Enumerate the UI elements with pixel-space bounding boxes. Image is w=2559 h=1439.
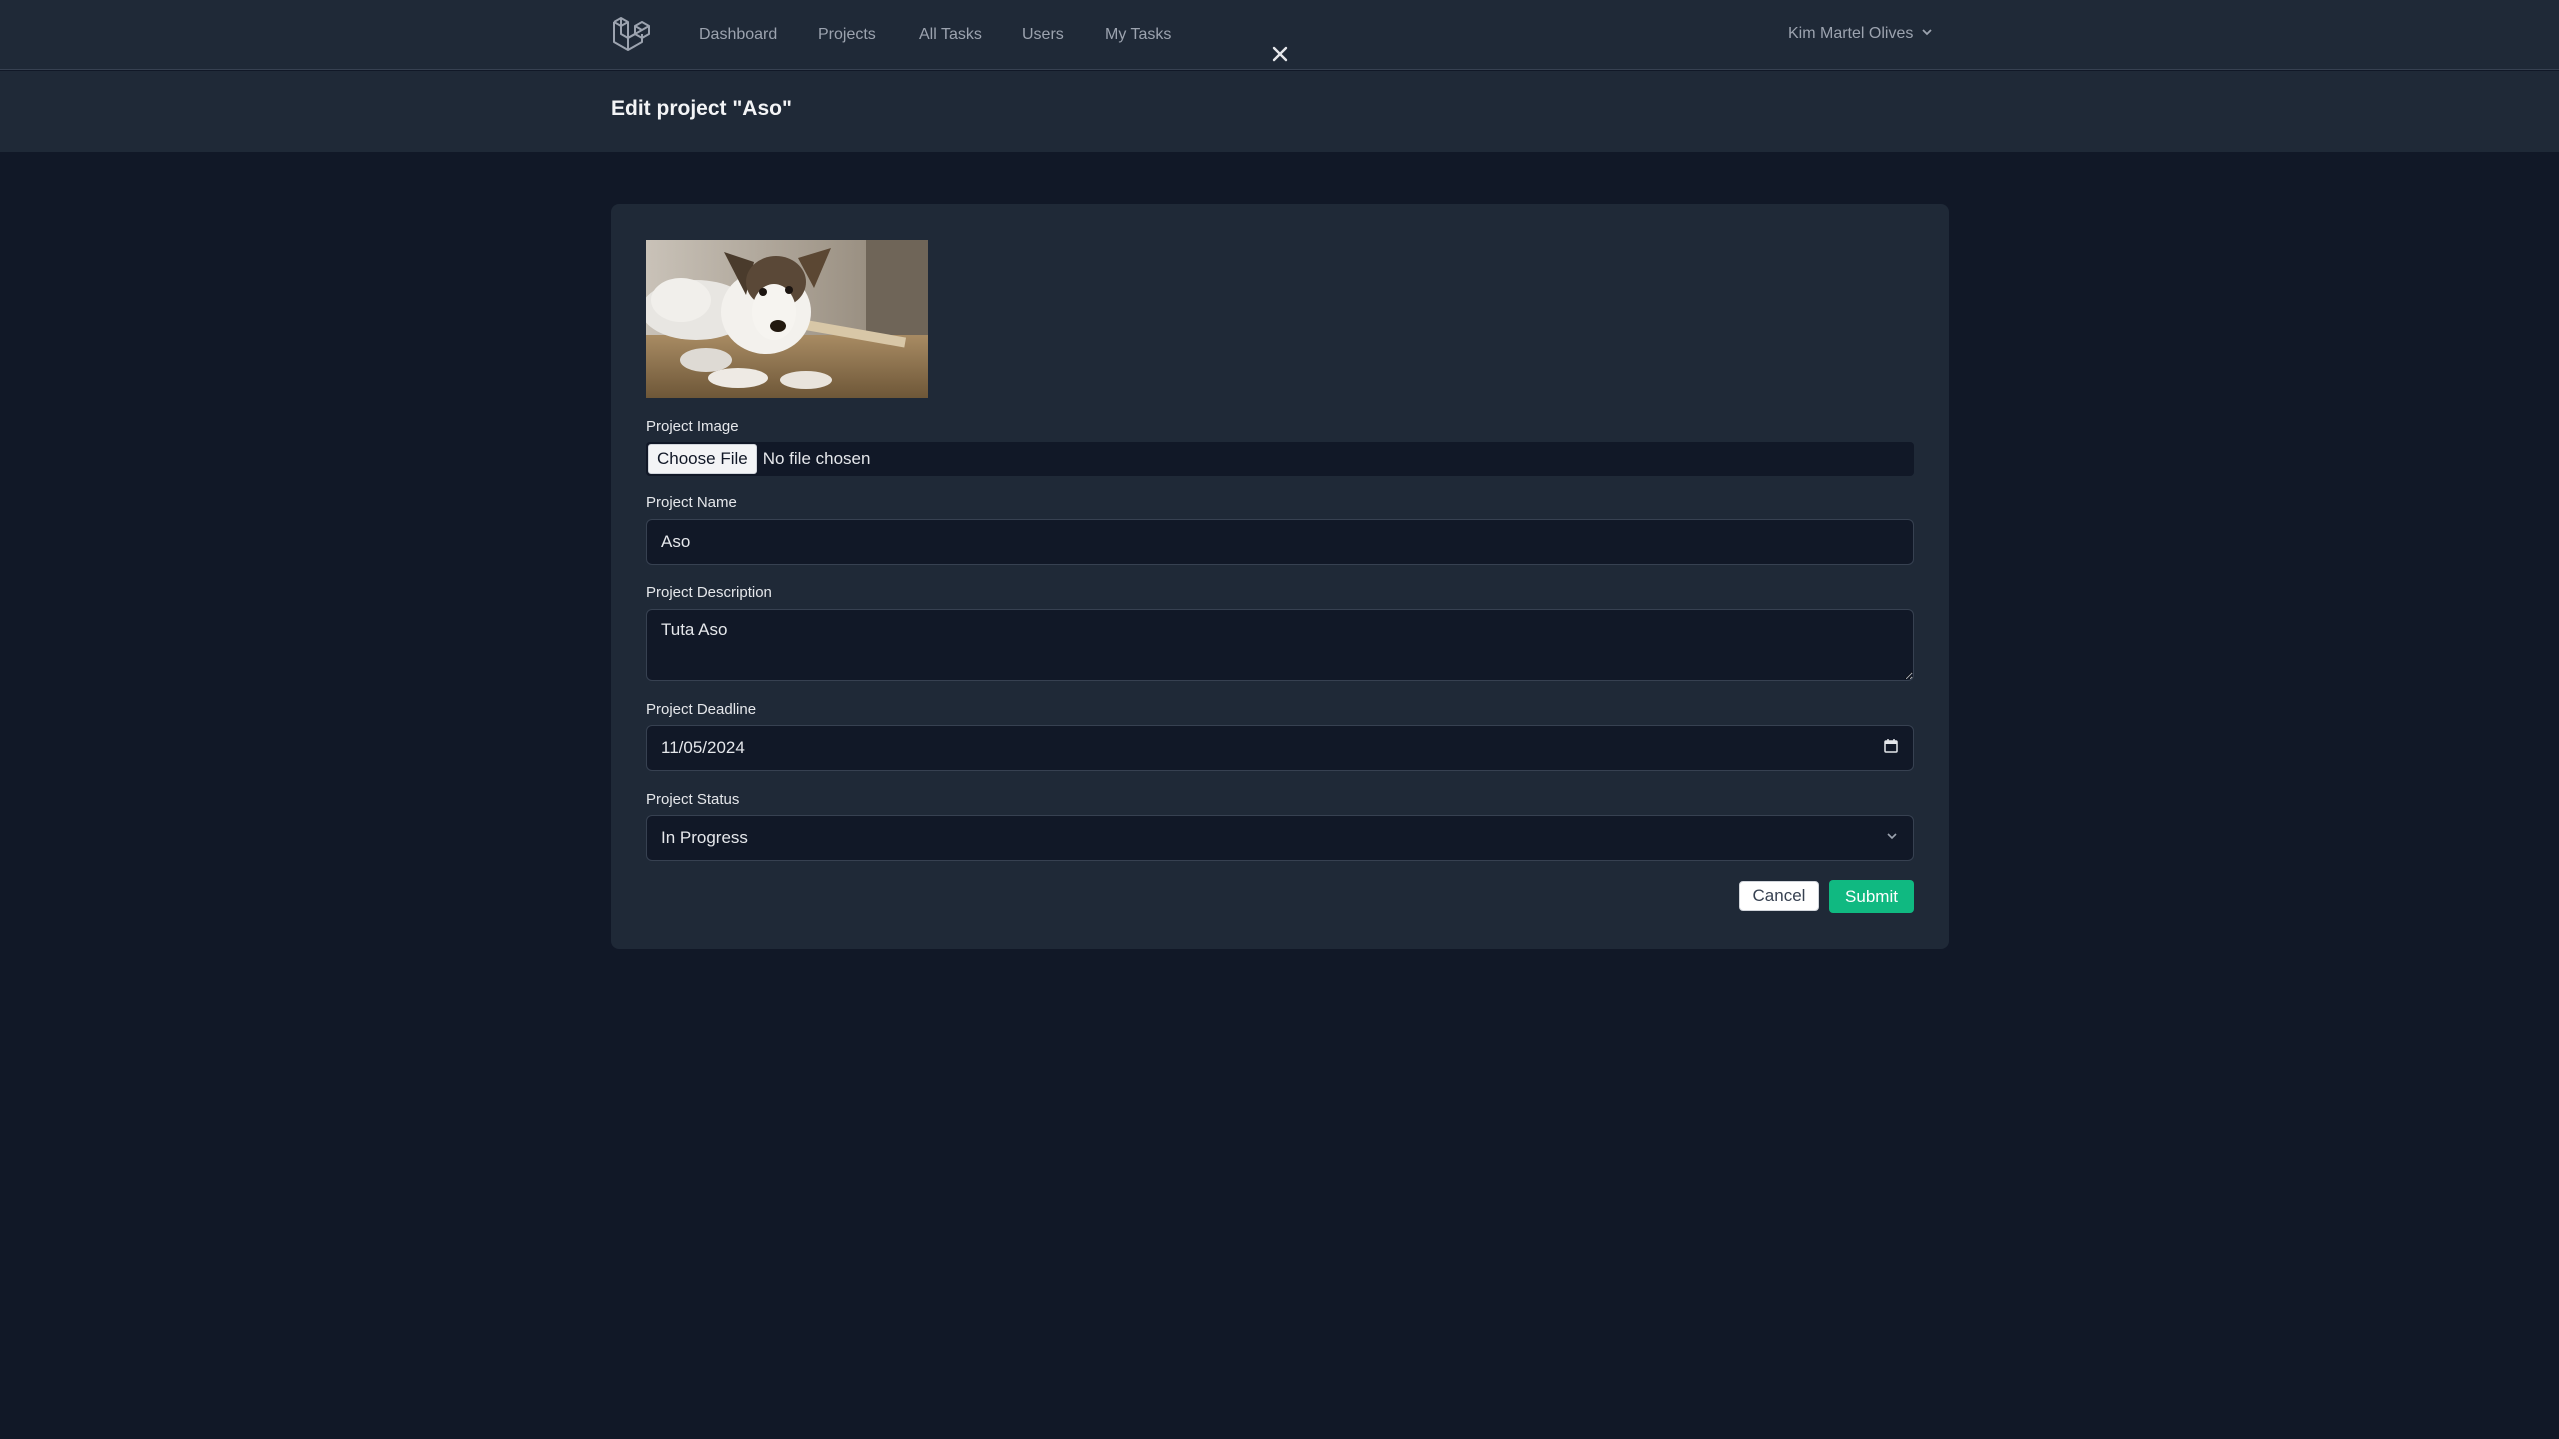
project-description-label: Project Description bbox=[646, 584, 772, 601]
submit-button[interactable]: Submit bbox=[1829, 880, 1914, 913]
project-deadline-label: Project Deadline bbox=[646, 701, 757, 718]
project-image-label: Project Image bbox=[646, 418, 739, 435]
nav-users[interactable]: Users bbox=[1022, 26, 1064, 44]
nav-all-tasks[interactable]: All Tasks bbox=[919, 26, 982, 44]
project-deadline-input[interactable]: 11/05/2024 bbox=[646, 725, 1914, 771]
nav-dashboard[interactable]: Dashboard bbox=[699, 26, 777, 44]
status-selected-value: In Progress bbox=[661, 828, 748, 847]
laravel-logo-icon[interactable] bbox=[610, 16, 650, 54]
project-name-label: Project Name bbox=[646, 494, 737, 511]
nav-projects[interactable]: Projects bbox=[818, 26, 876, 44]
top-navigation: Dashboard Projects All Tasks Users My Ta… bbox=[0, 0, 2559, 70]
project-status-select[interactable]: In Progress bbox=[646, 815, 1914, 861]
nav-my-tasks[interactable]: My Tasks bbox=[1105, 26, 1171, 44]
project-image-file-input[interactable]: Choose File No file chosen bbox=[646, 442, 1914, 476]
project-status-label: Project Status bbox=[646, 791, 740, 808]
chevron-down-icon bbox=[1921, 25, 1933, 43]
project-description-textarea[interactable]: Tuta Aso bbox=[646, 609, 1914, 681]
edit-project-form: Project Image Choose File No file chosen… bbox=[611, 204, 1949, 949]
user-menu[interactable]: Kim Martel Olives bbox=[1788, 25, 1933, 43]
cancel-button[interactable]: Cancel bbox=[1739, 881, 1819, 911]
calendar-icon[interactable] bbox=[1883, 738, 1899, 759]
page-header: Edit project "Aso" bbox=[0, 71, 2559, 152]
chevron-down-icon bbox=[1885, 828, 1899, 848]
file-status-text: No file chosen bbox=[762, 449, 871, 468]
user-name: Kim Martel Olives bbox=[1788, 25, 1914, 42]
project-name-input[interactable] bbox=[646, 519, 1914, 565]
choose-file-button[interactable]: Choose File bbox=[648, 444, 757, 474]
project-image-preview bbox=[646, 240, 928, 398]
page-title: Edit project "Aso" bbox=[611, 97, 792, 120]
close-button[interactable] bbox=[1264, 40, 1296, 72]
close-icon bbox=[1271, 45, 1289, 68]
deadline-value: 11/05/2024 bbox=[661, 738, 745, 757]
